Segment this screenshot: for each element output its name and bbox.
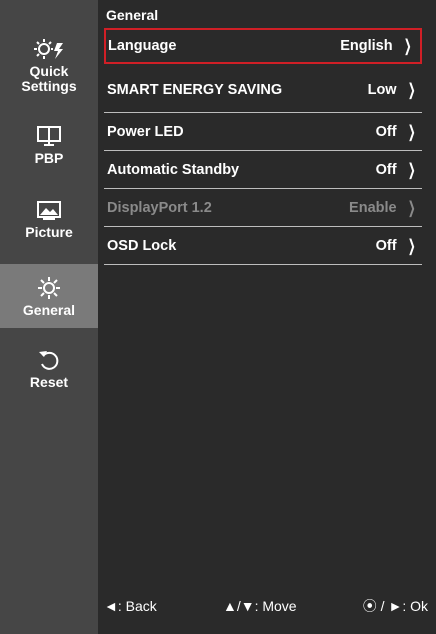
sidebar-item-label: PBP [34,149,64,166]
menu-row-value: Low [367,82,397,98]
menu-row-osd-lock[interactable]: OSD Lock Off ❭ [104,228,422,264]
gear-icon [36,275,62,301]
menu-row-label: OSD Lock [107,238,177,254]
menu-row-label: Power LED [107,124,184,140]
ok-hint: ⦿ / ►: Ok [362,598,428,614]
sidebar-item-general[interactable]: General [0,264,98,328]
menu-row-value: Off [375,238,397,254]
menu-row-value-group: Off ❭ [376,122,418,142]
page-title: General [106,7,159,23]
menu-row-label: Language [108,38,177,54]
menu-row-smart-energy-saving[interactable]: SMART ENERGY SAVING Low ❭ [104,72,422,108]
menu-row-value: Off [375,162,397,178]
chevron-right-icon: ❭ [406,162,416,179]
chevron-right-icon: ❭ [402,38,412,55]
settings-panel: General Language English ❭ SMART ENERGY … [98,0,436,634]
pbp-icon [36,123,62,149]
menu-row-language[interactable]: Language English ❭ [104,28,422,64]
sidebar: Quick Settings PBP Picture General Reset [0,0,98,634]
divider [104,264,422,265]
chevron-right-icon: ❭ [406,124,416,141]
osd-menu: Quick Settings PBP Picture General Reset… [0,0,436,634]
menu-row-value-group: Low ❭ [368,80,418,100]
sidebar-item-label: Reset [29,373,69,390]
sidebar-item-pbp[interactable]: PBP [0,120,98,168]
picture-icon [36,197,62,223]
menu-row-value-group: Enable ❭ [349,198,418,218]
move-hint: ▲/▼: Move [222,598,297,614]
menu-row-value-group: English ❭ [340,36,414,56]
back-hint: ◄: Back [104,598,157,614]
sidebar-item-quick-settings[interactable]: Quick Settings [0,30,98,100]
reset-icon [37,347,61,373]
menu-row-value: Enable [349,200,397,216]
divider [104,188,422,189]
menu-row-value: English [340,38,393,54]
button-guide: ◄: Back ▲/▼: Move ⦿ / ►: Ok [104,596,428,616]
menu-row-value: Off [375,124,397,140]
menu-row-label: Automatic Standby [107,162,240,178]
sidebar-item-label: Settings [21,78,77,94]
divider [104,226,422,227]
sidebar-item-label: Quick [29,63,69,79]
chevron-right-icon: ❭ [406,200,416,217]
menu-row-power-led[interactable]: Power LED Off ❭ [104,114,422,150]
menu-row-displayport: DisplayPort 1.2 Enable ❭ [104,190,422,226]
sidebar-item-reset[interactable]: Reset [0,340,98,396]
menu-row-label: DisplayPort 1.2 [107,200,212,216]
menu-row-automatic-standby[interactable]: Automatic Standby Off ❭ [104,152,422,188]
divider [104,150,422,151]
chevron-right-icon: ❭ [406,82,416,99]
divider [104,112,422,113]
menu-row-value-group: Off ❭ [376,236,418,256]
sidebar-item-label: General [22,301,76,318]
menu-row-value-group: Off ❭ [376,160,418,180]
chevron-right-icon: ❭ [406,238,416,255]
quick-settings-icon [33,36,65,62]
menu-row-label: SMART ENERGY SAVING [107,82,283,98]
sidebar-item-picture[interactable]: Picture [0,190,98,246]
sidebar-item-label: Picture [25,223,73,240]
